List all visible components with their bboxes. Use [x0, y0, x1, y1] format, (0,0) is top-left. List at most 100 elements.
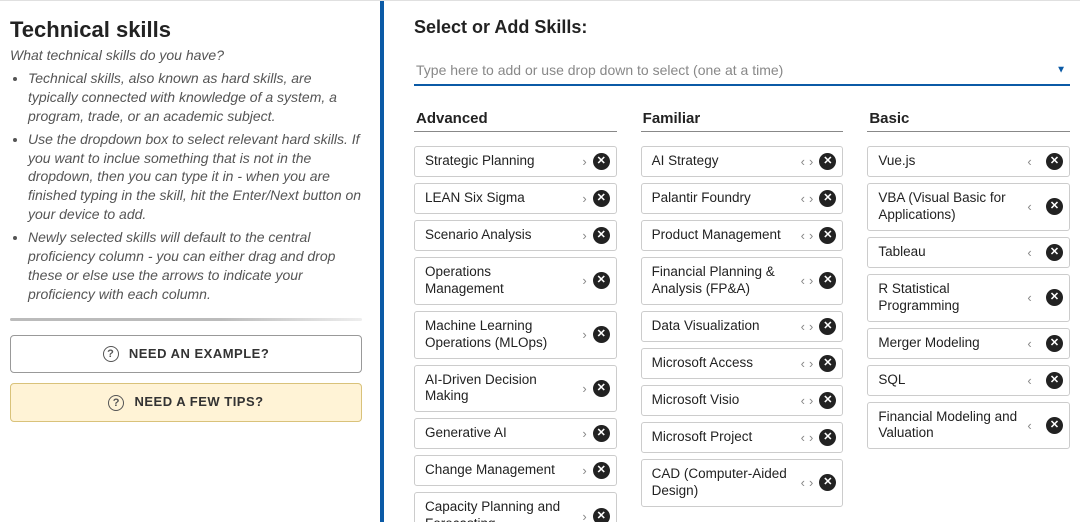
skill-chip[interactable]: Scenario Analysis‹›✕ [414, 220, 617, 251]
remove-skill-icon[interactable]: ✕ [593, 380, 610, 397]
skill-chip[interactable]: Product Management‹›✕ [641, 220, 844, 251]
skill-label: Financial Planning & Analysis (FP&A) [652, 264, 799, 298]
page-title: Technical skills [10, 17, 362, 43]
skill-chip[interactable]: VBA (Visual Basic for Applications)‹›✕ [867, 183, 1070, 231]
remove-skill-icon[interactable]: ✕ [593, 153, 610, 170]
move-left-icon[interactable]: ‹ [1025, 199, 1033, 214]
need-tips-button[interactable]: ? NEED A FEW TIPS? [10, 383, 362, 422]
move-left-icon[interactable]: ‹ [799, 319, 807, 334]
tip-item: Use the dropdown box to select relevant … [28, 130, 362, 224]
skill-chip[interactable]: Financial Planning & Analysis (FP&A)‹› ✕ [641, 257, 844, 305]
skill-chip[interactable]: Microsoft Project‹›✕ [641, 422, 844, 453]
remove-skill-icon[interactable]: ✕ [1046, 198, 1063, 215]
move-right-icon[interactable]: › [580, 327, 588, 342]
skill-chip[interactable]: AI-Driven Decision Making‹›✕ [414, 365, 617, 413]
skill-chip[interactable]: Merger Modeling‹›✕ [867, 328, 1070, 359]
remove-skill-icon[interactable]: ✕ [819, 227, 836, 244]
skill-chip[interactable]: R Statistical Programming‹›✕ [867, 274, 1070, 322]
remove-skill-icon[interactable]: ✕ [819, 272, 836, 289]
remove-skill-icon[interactable]: ✕ [593, 508, 610, 522]
move-right-icon[interactable]: › [807, 273, 815, 288]
move-left-icon[interactable]: ‹ [799, 430, 807, 445]
skill-chip[interactable]: Generative AI‹›✕ [414, 418, 617, 449]
skill-chip[interactable]: Palantir Foundry‹›✕ [641, 183, 844, 214]
remove-skill-icon[interactable]: ✕ [819, 474, 836, 491]
remove-skill-icon[interactable]: ✕ [819, 153, 836, 170]
remove-skill-icon[interactable]: ✕ [1046, 244, 1063, 261]
column-title: Basic [869, 110, 1070, 127]
skill-chip[interactable]: Strategic Planning‹›✕ [414, 146, 617, 177]
move-left-icon[interactable]: ‹ [799, 475, 807, 490]
move-right-icon[interactable]: › [580, 273, 588, 288]
move-right-icon[interactable]: › [580, 463, 588, 478]
move-right-icon[interactable]: › [580, 509, 588, 522]
remove-skill-icon[interactable]: ✕ [819, 190, 836, 207]
skill-chip[interactable]: Vue.js‹›✕ [867, 146, 1070, 177]
remove-skill-icon[interactable]: ✕ [1046, 417, 1063, 434]
remove-skill-icon[interactable]: ✕ [819, 318, 836, 335]
skill-label: R Statistical Programming [878, 281, 1025, 315]
right-panel: Select or Add Skills: ▼ AdvancedStrategi… [380, 1, 1080, 522]
move-right-icon[interactable]: › [807, 191, 815, 206]
skill-chip[interactable]: Data Visualization‹›✕ [641, 311, 844, 342]
question-icon: ? [108, 395, 124, 411]
move-left-icon[interactable]: ‹ [799, 273, 807, 288]
move-right-icon[interactable]: › [807, 154, 815, 169]
remove-skill-icon[interactable]: ✕ [593, 190, 610, 207]
move-right-icon[interactable]: › [807, 228, 815, 243]
move-right-icon[interactable]: › [807, 393, 815, 408]
skill-chip[interactable]: Capacity Planning and Forecasting‹›✕ [414, 492, 617, 522]
skill-chip[interactable]: Operations Management‹›✕ [414, 257, 617, 305]
remove-skill-icon[interactable]: ✕ [1046, 372, 1063, 389]
remove-skill-icon[interactable]: ✕ [1046, 153, 1063, 170]
remove-skill-icon[interactable]: ✕ [1046, 335, 1063, 352]
remove-skill-icon[interactable]: ✕ [819, 429, 836, 446]
move-left-icon[interactable]: ‹ [799, 228, 807, 243]
remove-skill-icon[interactable]: ✕ [593, 227, 610, 244]
move-right-icon[interactable]: › [580, 154, 588, 169]
move-right-icon[interactable]: › [807, 356, 815, 371]
move-left-icon[interactable]: ‹ [1025, 336, 1033, 351]
skill-chip[interactable]: AI Strategy‹›✕ [641, 146, 844, 177]
skill-chip[interactable]: Machine Learning Operations (MLOps)‹›✕ [414, 311, 617, 359]
move-right-icon[interactable]: › [580, 381, 588, 396]
move-left-icon[interactable]: ‹ [1025, 373, 1033, 388]
skill-chip[interactable]: SQL‹›✕ [867, 365, 1070, 396]
skill-chip[interactable]: CAD (Computer-Aided Design)‹› ✕ [641, 459, 844, 507]
skill-combobox[interactable]: ▼ [414, 56, 1070, 86]
remove-skill-icon[interactable]: ✕ [593, 425, 610, 442]
skill-chip[interactable]: Financial Modeling and Valuation‹›✕ [867, 402, 1070, 450]
column-title: Advanced [416, 110, 617, 127]
move-left-icon[interactable]: ‹ [1025, 290, 1033, 305]
remove-skill-icon[interactable]: ✕ [819, 392, 836, 409]
remove-skill-icon[interactable]: ✕ [593, 326, 610, 343]
move-left-icon[interactable]: ‹ [799, 356, 807, 371]
need-example-button[interactable]: ? NEED AN EXAMPLE? [10, 335, 362, 374]
move-right-icon[interactable]: › [807, 319, 815, 334]
remove-skill-icon[interactable]: ✕ [819, 355, 836, 372]
move-left-icon[interactable]: ‹ [1025, 418, 1033, 433]
move-left-icon[interactable]: ‹ [799, 154, 807, 169]
skill-label: CAD (Computer-Aided Design) [652, 466, 799, 500]
skill-chip[interactable]: Microsoft Visio‹›✕ [641, 385, 844, 416]
remove-skill-icon[interactable]: ✕ [1046, 289, 1063, 306]
move-left-icon[interactable]: ‹ [1025, 245, 1033, 260]
remove-skill-icon[interactable]: ✕ [593, 272, 610, 289]
skill-label: Strategic Planning [425, 153, 572, 170]
move-left-icon[interactable]: ‹ [799, 191, 807, 206]
skill-chip[interactable]: Change Management‹›✕ [414, 455, 617, 486]
skill-chip[interactable]: Tableau‹›✕ [867, 237, 1070, 268]
move-right-icon[interactable]: › [580, 228, 588, 243]
move-right-icon[interactable]: › [807, 475, 815, 490]
remove-skill-icon[interactable]: ✕ [593, 462, 610, 479]
skill-chip[interactable]: LEAN Six Sigma‹›✕ [414, 183, 617, 214]
move-left-icon[interactable]: ‹ [1025, 154, 1033, 169]
move-right-icon[interactable]: › [807, 430, 815, 445]
tip-item: Technical skills, also known as hard ski… [28, 69, 362, 126]
move-left-icon[interactable]: ‹ [799, 393, 807, 408]
move-right-icon[interactable]: › [580, 191, 588, 206]
skill-chip[interactable]: Microsoft Access‹›✕ [641, 348, 844, 379]
skill-input[interactable] [414, 56, 1070, 84]
need-tips-label: NEED A FEW TIPS? [135, 394, 264, 409]
move-right-icon[interactable]: › [580, 426, 588, 441]
